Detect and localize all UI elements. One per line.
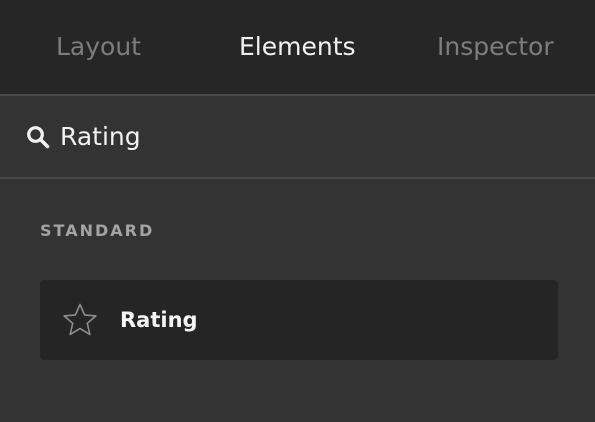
star-icon [62,302,98,338]
search-input[interactable] [60,118,560,156]
tab-elements[interactable]: Elements [239,30,356,64]
section-header-standard: STANDARD [40,221,155,240]
tab-bar: Layout Elements Inspector [0,0,595,96]
element-item-label: Rating [120,308,198,332]
element-item-rating[interactable]: Rating [40,280,558,360]
search-bar [0,98,595,179]
tab-inspector[interactable]: Inspector [437,30,554,64]
elements-panel: Layout Elements Inspector STANDARD Ratin… [0,0,595,422]
tab-layout[interactable]: Layout [56,30,141,64]
search-icon [26,125,50,149]
